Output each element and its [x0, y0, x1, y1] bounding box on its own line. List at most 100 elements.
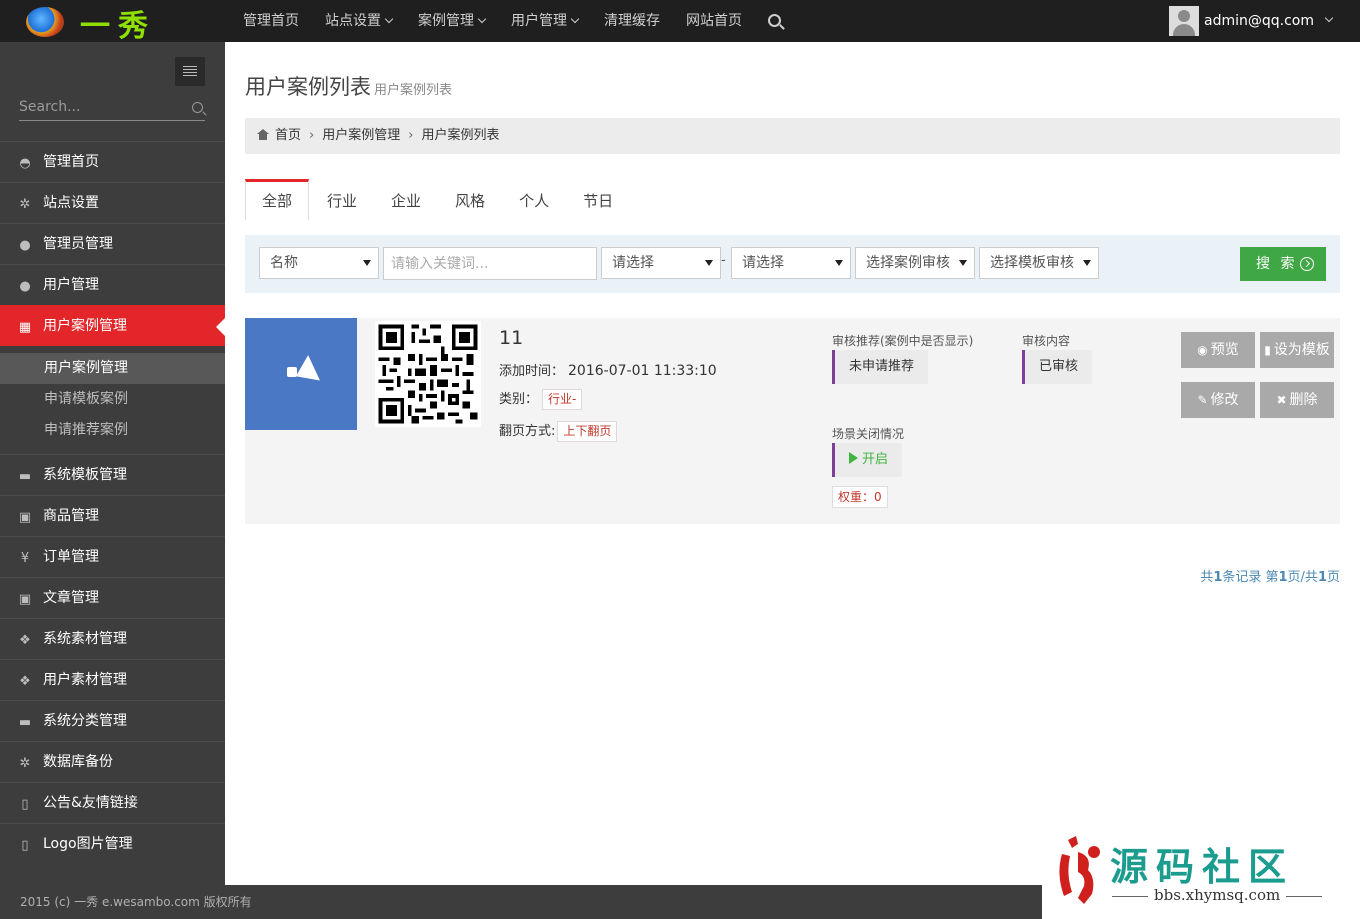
sidebar-search-input[interactable] — [19, 99, 179, 115]
menu-icon-line — [183, 72, 197, 73]
select-to[interactable]: 请选择 — [731, 247, 851, 279]
sidebar-item-user-assets[interactable]: ❖ 用户素材管理 — [0, 659, 225, 700]
top-bar: 一秀 管理首页 站点设置 案例管理 用户管理 清理缓存 网站首页 admin@q… — [0, 0, 1360, 44]
yen-icon: ¥ — [20, 551, 30, 566]
arrow-circle-icon — [1300, 257, 1314, 271]
menu-icon-line — [183, 75, 197, 76]
topnav-case-management[interactable]: 案例管理 — [405, 0, 498, 42]
play-icon — [849, 452, 858, 464]
scene-label: 场景关闭情况 — [832, 427, 905, 441]
watermark-url: bbs.xhymsq.com — [1106, 886, 1326, 904]
sidebar-item-announcements[interactable]: ▯ 公告&友情链接 — [0, 782, 225, 823]
range-dash: - — [721, 253, 726, 268]
keyword-input[interactable] — [383, 247, 597, 280]
case-thumbnail[interactable] — [245, 318, 357, 430]
search-icon[interactable] — [192, 102, 203, 113]
seal-logo-icon — [1059, 836, 1100, 904]
topnav-website-home[interactable]: 网站首页 — [673, 0, 755, 42]
breadcrumb-home[interactable]: 首页 — [275, 128, 301, 143]
field-select[interactable]: 名称 — [259, 247, 379, 279]
topnav-home[interactable]: 管理首页 — [230, 0, 312, 42]
sidebar-item-articles[interactable]: ▣ 文章管理 — [0, 577, 225, 618]
sidebar-item-site-settings[interactable]: ✲ 站点设置 — [0, 182, 225, 223]
scene-status[interactable]: 开启 — [832, 443, 903, 477]
sidebar-menu: ◓ 管理首页 ✲ 站点设置 ● 管理员管理 ● 用户管理 ▦ 用户案例管理 用户案例管理 … — [0, 141, 225, 864]
sidebar-item-user-cases[interactable]: ▦ 用户案例管理 — [0, 305, 225, 346]
user-menu[interactable]: admin@qq.com — [1169, 6, 1334, 36]
avatar — [1169, 6, 1199, 36]
briefcase-icon: ▬ — [18, 469, 32, 484]
template-review-select[interactable]: 选择模板审核 — [979, 247, 1099, 279]
topnav-site-settings[interactable]: 站点设置 — [312, 0, 405, 42]
preview-button[interactable]: ◉ 预览 — [1181, 332, 1255, 368]
sidebar-item-system-assets[interactable]: ❖ 系统素材管理 — [0, 618, 225, 659]
logo-globe-icon — [26, 7, 64, 37]
sidebar-toggle-button[interactable] — [175, 57, 205, 86]
topnav-user-management[interactable]: 用户管理 — [498, 0, 591, 42]
sidebar-item-logo-images[interactable]: ▯ Logo图片管理 — [0, 823, 225, 864]
logo-text: 一秀 — [80, 9, 156, 44]
recommend-status: 未申请推荐 — [832, 350, 929, 384]
box-icon: ▣ — [18, 510, 32, 525]
sidebar-item-database-backup[interactable]: ✲ 数据库备份 — [0, 741, 225, 782]
sidebar-item-products[interactable]: ▣ 商品管理 — [0, 495, 225, 536]
bookmark-icon: ▯ — [21, 797, 29, 812]
close-icon: ✖ — [1276, 393, 1287, 407]
topnav-search[interactable] — [755, 0, 794, 42]
chevron-down-icon — [477, 14, 487, 24]
logo[interactable]: 一秀 — [22, 4, 172, 44]
gears-icon: ✲ — [19, 756, 31, 771]
home-icon — [257, 129, 269, 140]
menu-icon-line — [183, 69, 197, 70]
tab-holiday[interactable]: 节日 — [567, 179, 629, 220]
chevron-down-icon — [1324, 13, 1334, 23]
sidebar-item-dashboard[interactable]: ◓ 管理首页 — [0, 141, 225, 182]
edit-button[interactable]: ✎ 修改 — [1181, 382, 1255, 418]
search-button[interactable]: 搜 索 — [1240, 247, 1326, 281]
flip-mode-tag: 上下翻页 — [557, 421, 618, 442]
breadcrumb-current: 用户案例列表 — [421, 128, 500, 143]
set-template-button[interactable]: ▮ 设为模板 — [1260, 332, 1334, 368]
chevron-down-icon — [570, 14, 580, 24]
user-email: admin@qq.com — [1204, 13, 1314, 29]
sidebar-item-orders[interactable]: ¥ 订单管理 — [0, 536, 225, 577]
box-icon: ▣ — [18, 592, 32, 607]
sidebar-item-users[interactable]: ● 用户管理 — [0, 264, 225, 305]
delete-button[interactable]: ✖ 删除 — [1260, 382, 1334, 418]
tab-enterprise[interactable]: 企业 — [375, 179, 437, 220]
tab-personal[interactable]: 个人 — [503, 179, 565, 220]
tab-style[interactable]: 风格 — [439, 179, 501, 220]
pencil-icon: ✎ — [1197, 393, 1208, 407]
eye-icon: ◉ — [1197, 343, 1208, 357]
sidebar-subitem-template-requests[interactable]: 申请模板案例 — [0, 384, 225, 415]
sidebar-item-system-templates[interactable]: ▬ 系统模板管理 — [0, 454, 225, 495]
top-nav: 管理首页 站点设置 案例管理 用户管理 清理缓存 网站首页 — [230, 0, 794, 42]
main-content: 用户案例列表 用户案例列表 首页 › 用户案例管理 › 用户案例列表 全部 行业 企业 风… — [225, 42, 1360, 885]
pagination-info: 共1条记录 第1页/共1页 — [1200, 570, 1340, 585]
sidebar-subitem-recommend-requests[interactable]: 申请推荐案例 — [0, 415, 225, 446]
sidebar-subitem-user-cases[interactable]: 用户案例管理 — [0, 353, 225, 384]
qr-code-image — [375, 321, 481, 427]
topnav-clear-cache[interactable]: 清理缓存 — [591, 0, 673, 42]
table-icon: ▦ — [18, 320, 32, 335]
bookmark-icon: ▮ — [1264, 343, 1271, 357]
recommend-label: 审核推荐(案例中是否显示) — [832, 334, 974, 348]
case-review-select[interactable]: 选择案例审核 — [855, 247, 975, 279]
breadcrumb-user-cases[interactable]: 用户案例管理 — [322, 128, 400, 143]
tab-industry[interactable]: 行业 — [311, 179, 373, 220]
sidebar-item-admins[interactable]: ● 管理员管理 — [0, 223, 225, 264]
select-from[interactable]: 请选择 — [601, 247, 721, 279]
gears-icon: ✲ — [19, 197, 31, 212]
weight-badge: 权重：0 — [832, 486, 888, 508]
review-label: 审核内容 — [1022, 334, 1071, 348]
qr-code — [375, 321, 481, 427]
review-status: 已审核 — [1022, 350, 1093, 384]
sidebar-item-system-categories[interactable]: ▬ 系统分类管理 — [0, 700, 225, 741]
sidebar-search — [19, 99, 205, 121]
user-icon: ● — [19, 238, 31, 253]
page-subtitle: 用户案例列表 — [374, 83, 453, 98]
case-title[interactable]: 11 — [499, 327, 523, 349]
briefcase-icon: ▬ — [18, 715, 32, 730]
tab-all[interactable]: 全部 — [245, 179, 310, 220]
page-title: 用户案例列表 用户案例列表 — [245, 75, 453, 99]
